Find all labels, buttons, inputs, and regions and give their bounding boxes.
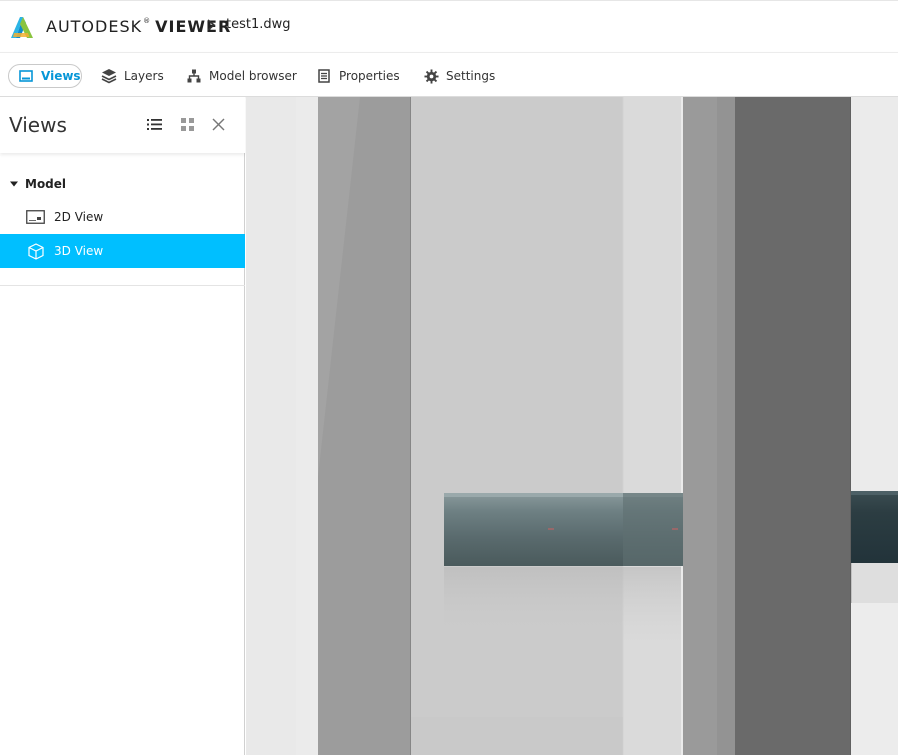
tree-item-2d-view[interactable]: 2D View bbox=[0, 200, 245, 234]
brand-registered-mark: ® bbox=[143, 17, 152, 25]
chevron-right-icon bbox=[207, 19, 216, 31]
list-view-button[interactable] bbox=[145, 115, 163, 133]
tree-item-label: 2D View bbox=[54, 210, 104, 224]
views-panel: Views Model 2D View 3D View bbox=[0, 97, 245, 755]
tab-model-browser-label: Model browser bbox=[209, 69, 297, 83]
grid-icon bbox=[180, 117, 194, 131]
caret-down-icon bbox=[10, 181, 18, 186]
layers-icon bbox=[101, 68, 117, 84]
views-icon bbox=[18, 68, 34, 84]
main-toolbar: Views Layers Model browser Properties Se… bbox=[0, 52, 898, 97]
properties-icon bbox=[316, 68, 332, 84]
tree-divider bbox=[0, 285, 245, 286]
tab-layers[interactable]: Layers bbox=[101, 64, 164, 88]
file-name-breadcrumb: test1.dwg bbox=[226, 17, 291, 32]
grid-view-button[interactable] bbox=[178, 115, 196, 133]
autodesk-logo-icon bbox=[11, 17, 33, 38]
tab-layers-label: Layers bbox=[124, 69, 164, 83]
tree-item-label: 3D View bbox=[54, 244, 104, 258]
brand-viewer: VIEWER bbox=[155, 17, 232, 36]
model-browser-icon bbox=[186, 68, 202, 84]
tab-settings[interactable]: Settings bbox=[423, 64, 495, 88]
app-header: AUTODESK® VIEWER test1.dwg bbox=[0, 0, 898, 52]
tree-group-model[interactable]: Model bbox=[0, 167, 245, 200]
views-tree: Model 2D View 3D View bbox=[0, 167, 245, 268]
3d-cube-icon bbox=[26, 242, 45, 260]
3d-viewport-canvas[interactable] bbox=[246, 97, 898, 755]
tab-views[interactable]: Views bbox=[8, 64, 82, 88]
views-panel-header: Views bbox=[0, 97, 245, 153]
brand-autodesk: AUTODESK bbox=[46, 17, 143, 36]
gear-icon bbox=[423, 68, 439, 84]
tree-group-label: Model bbox=[25, 176, 67, 191]
tab-properties-label: Properties bbox=[339, 69, 400, 83]
pipe-segment-2 bbox=[851, 491, 898, 563]
close-panel-button[interactable] bbox=[209, 115, 227, 133]
panel-title: Views bbox=[9, 113, 67, 137]
column-dark bbox=[735, 97, 851, 755]
2d-sheet-icon bbox=[26, 209, 45, 225]
tab-settings-label: Settings bbox=[446, 69, 496, 83]
app-brand[interactable]: AUTODESK® VIEWER bbox=[46, 17, 231, 36]
tab-model-browser[interactable]: Model browser bbox=[186, 64, 297, 88]
tab-properties[interactable]: Properties bbox=[316, 64, 400, 88]
model-render bbox=[246, 97, 898, 755]
tree-item-3d-view[interactable]: 3D View bbox=[0, 234, 245, 268]
tab-views-label: Views bbox=[41, 69, 81, 83]
list-icon bbox=[146, 118, 162, 130]
close-icon bbox=[212, 118, 224, 130]
